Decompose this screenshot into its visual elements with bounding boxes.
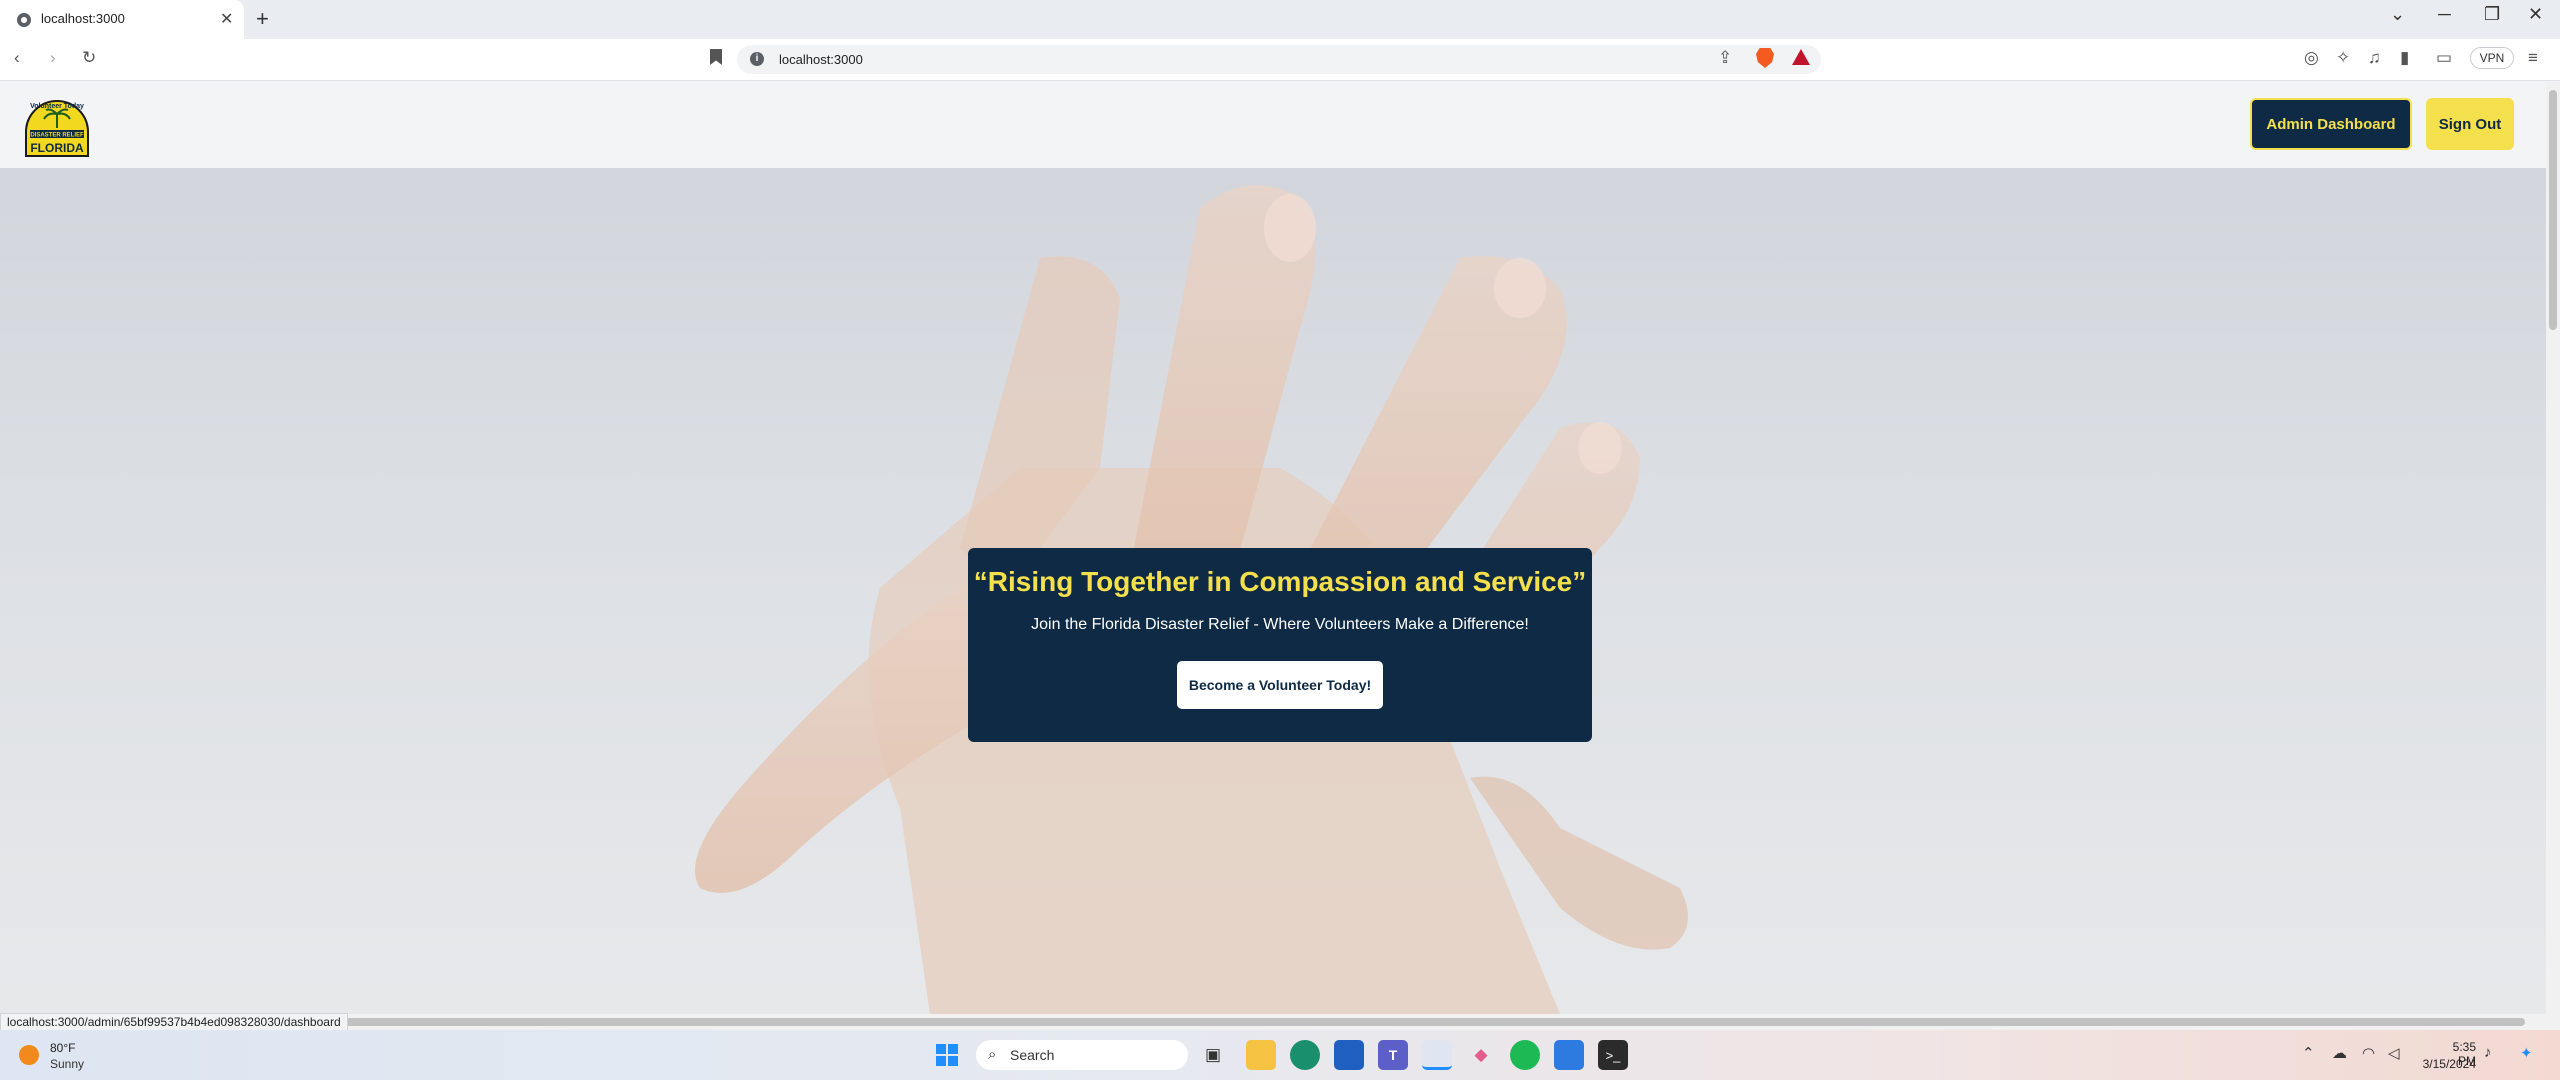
figma-icon[interactable]: ◆ xyxy=(1466,1040,1496,1070)
vpn-button[interactable]: VPN xyxy=(2470,47,2514,69)
address-url[interactable]: localhost:3000 xyxy=(779,52,863,67)
menu-icon[interactable]: ≡ xyxy=(2528,48,2538,68)
browser-tab[interactable]: localhost:3000 ✕ xyxy=(0,0,244,39)
close-window-icon[interactable]: ✕ xyxy=(2528,4,2543,25)
status-bar-url: localhost:3000/admin/65bf99537b4b4ed0983… xyxy=(0,1013,348,1031)
minimize-icon[interactable]: ─ xyxy=(2438,4,2451,25)
wallet-icon[interactable]: ▭ xyxy=(2436,48,2452,68)
tray-chevron-icon[interactable]: ⌃ xyxy=(2302,1044,2315,1062)
svg-text:FLORIDA: FLORIDA xyxy=(30,141,84,155)
speaker-muted-icon[interactable]: ◁ xyxy=(2388,1044,2400,1062)
svg-text:Volunteer Today: Volunteer Today xyxy=(30,103,84,110)
vscode-window-icon[interactable] xyxy=(1422,1040,1452,1070)
hero-section: “Rising Together in Compassion and Servi… xyxy=(0,168,2546,1014)
brave-rewards-icon[interactable] xyxy=(1792,49,1810,65)
admin-dashboard-button[interactable]: Admin Dashboard xyxy=(2250,98,2412,150)
back-icon[interactable]: ‹ xyxy=(14,48,20,68)
tab-search-icon[interactable]: ⌄ xyxy=(2390,4,2405,25)
close-tab-icon[interactable]: ✕ xyxy=(220,9,233,29)
extension-icon[interactable]: ◎ xyxy=(2304,48,2319,68)
taskbar-search[interactable]: ⌕ Search xyxy=(976,1040,1188,1070)
browser-toolbar: ‹ › ↻ i localhost:3000 ⇪ ◎ ✧ ♫ ▮ ▭ VPN ≡ xyxy=(0,39,2560,81)
hero-card: “Rising Together in Compassion and Servi… xyxy=(968,548,1592,742)
sign-out-button[interactable]: Sign Out xyxy=(2426,98,2514,150)
reload-icon[interactable]: ↻ xyxy=(82,48,96,68)
copilot-icon[interactable]: ✦ xyxy=(2520,1044,2533,1062)
new-tab-button[interactable]: + xyxy=(256,6,269,32)
file-explorer-icon[interactable] xyxy=(1246,1040,1276,1070)
app-window-icon[interactable] xyxy=(1554,1040,1584,1070)
store-icon[interactable] xyxy=(1334,1040,1364,1070)
wifi-icon[interactable]: ◠ xyxy=(2362,1044,2375,1062)
tab-title: localhost:3000 xyxy=(41,11,125,26)
teams-icon[interactable]: T xyxy=(1378,1040,1408,1070)
puzzle-icon[interactable]: ✧ xyxy=(2336,48,2350,68)
clock-date[interactable]: 3/15/2024 xyxy=(2418,1057,2476,1071)
terminal-icon[interactable]: >_ xyxy=(1598,1040,1628,1070)
horizontal-scrollbar[interactable] xyxy=(0,1014,2560,1030)
sun-icon[interactable] xyxy=(19,1045,39,1065)
site-header: Volunteer Today DISASTER RELIEF FLORIDA … xyxy=(0,82,2546,168)
taskbar-search-label: Search xyxy=(1010,1047,1055,1063)
restore-icon[interactable]: ❐ xyxy=(2484,4,2500,25)
address-bar[interactable]: i localhost:3000 xyxy=(737,45,1821,74)
spotify-icon[interactable] xyxy=(1510,1040,1540,1070)
task-view-icon[interactable]: ▣ xyxy=(1198,1040,1228,1070)
vertical-scrollbar[interactable] xyxy=(2546,82,2560,1014)
globe-icon xyxy=(17,13,31,27)
browser-tab-strip: localhost:3000 ✕ + ⌄ ─ ❐ ✕ xyxy=(0,0,2560,39)
horizontal-scroll-thumb[interactable] xyxy=(345,1018,2525,1026)
become-volunteer-button[interactable]: Become a Volunteer Today! xyxy=(1177,661,1383,709)
weather-temperature[interactable]: 80°F xyxy=(50,1041,75,1055)
media-icon[interactable]: ♫ xyxy=(2368,48,2381,68)
windows-taskbar: 80°F Sunny ⌕ Search ▣ T ◆ >_ ⌃ ☁ ◠ ◁ 5:3… xyxy=(0,1030,2560,1080)
onedrive-icon[interactable]: ☁ xyxy=(2332,1044,2347,1062)
hero-subtitle: Join the Florida Disaster Relief - Where… xyxy=(1031,616,1529,633)
forward-icon[interactable]: › xyxy=(50,48,56,68)
sidebar-icon[interactable]: ▮ xyxy=(2400,48,2409,68)
edge-browser-icon[interactable] xyxy=(1290,1040,1320,1070)
weather-condition[interactable]: Sunny xyxy=(50,1057,84,1071)
vertical-scroll-thumb[interactable] xyxy=(2549,90,2557,330)
search-icon: ⌕ xyxy=(988,1046,997,1063)
florida-disaster-relief-logo[interactable]: Volunteer Today DISASTER RELIEF FLORIDA xyxy=(24,92,90,158)
windows-start-icon[interactable] xyxy=(932,1040,962,1070)
hero-title: “Rising Together in Compassion and Servi… xyxy=(973,566,1587,597)
notification-bell-icon[interactable]: ♪ xyxy=(2484,1044,2492,1061)
site-info-icon[interactable]: i xyxy=(750,52,764,66)
svg-text:DISASTER RELIEF: DISASTER RELIEF xyxy=(30,133,84,139)
share-icon[interactable]: ⇪ xyxy=(1718,48,1732,68)
bookmark-icon[interactable] xyxy=(710,49,722,65)
